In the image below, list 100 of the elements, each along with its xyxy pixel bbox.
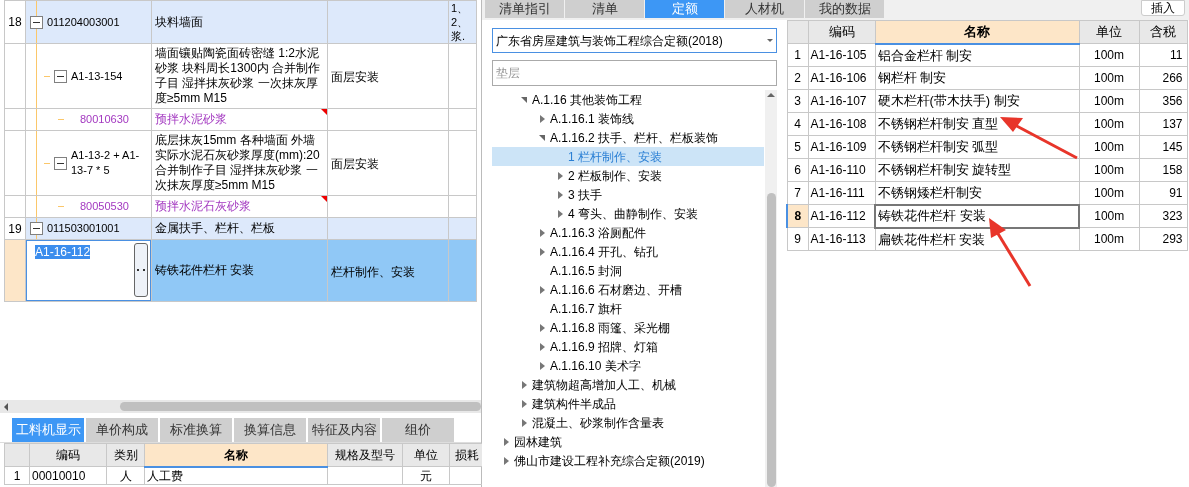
column-header[interactable]: 单位 [402, 443, 450, 467]
price-cell: 266 [1139, 66, 1187, 90]
table-cell: 人工费 [144, 466, 328, 485]
name-text: 底层抹灰15mm 各种墙面 外墙实际水泥石灰砂浆厚度(mm):20 合并制作子目 湿拌抹灰砂浆 一次抹灰厚度≥5mm M15 [155, 133, 321, 193]
column-header[interactable]: 类别 [106, 443, 145, 467]
expanded-triangle-icon[interactable] [521, 96, 527, 103]
collapsed-triangle-icon[interactable] [503, 456, 509, 465]
tree-item[interactable]: A.1.16.8 雨篷、采光棚 [492, 318, 764, 337]
collapse-icon[interactable] [54, 156, 67, 170]
column-header[interactable]: 编码 [808, 20, 875, 44]
library-tab[interactable]: 我的数据 [805, 0, 884, 18]
name-cell: 不锈钢矮栏杆制安 [875, 181, 1079, 205]
library-tab[interactable]: 人材机 [725, 0, 804, 18]
code-cell: A1-16-111 [808, 181, 875, 205]
name-text: 金属扶手、栏杆、栏板 [155, 221, 276, 236]
price-cell: 158 [1139, 158, 1187, 182]
column-header[interactable]: 名称 [875, 20, 1079, 44]
detail-tab[interactable]: 组价 [382, 418, 454, 442]
table-cell: 元 [402, 466, 450, 485]
tree-item[interactable]: 3 扶手 [492, 185, 764, 204]
code-cell: A1-16-108 [808, 112, 875, 136]
expanded-triangle-icon[interactable] [539, 134, 545, 141]
row-number: 19 [4, 217, 26, 240]
tree-item[interactable]: A.1.16.10 美术字 [492, 356, 764, 375]
tree-item[interactable]: 4 弯头、曲静制作、安装 [492, 204, 764, 223]
collapsed-triangle-icon[interactable] [539, 361, 545, 370]
name-text: 墙面镶贴陶瓷面砖密缝 1:2水泥砂浆 块料周长1300内 合并制作子目 湿拌抹灰砂浆 一次抹灰厚度≥5mm M15 [155, 46, 322, 106]
name-text: 块料墙面 [155, 14, 204, 30]
collapse-icon[interactable] [54, 69, 67, 83]
feature-text: 栏杆制作、安装 [331, 264, 415, 279]
detail-tab[interactable]: 标准换算 [160, 418, 232, 442]
collapsed-triangle-icon[interactable] [503, 437, 509, 446]
column-header[interactable]: 名称 [144, 443, 328, 467]
feature-text: 面层安装 [331, 70, 379, 84]
tree-item[interactable]: A.1.16.5 封洞 [492, 261, 764, 280]
tree-item[interactable]: A.1.16.4 开孔、钻孔 [492, 242, 764, 261]
code-cell: A1-16-110 [808, 158, 875, 182]
content-text: 浆. [451, 29, 467, 43]
search-field[interactable]: 垫层 [492, 60, 777, 86]
library-tab[interactable]: 清单指引 [485, 0, 564, 18]
tree-item[interactable]: A.1.16.1 装饰线 [492, 109, 764, 128]
collapsed-triangle-icon[interactable] [539, 342, 545, 351]
feature-text: 面层安装 [331, 157, 379, 171]
collapsed-triangle-icon[interactable] [557, 190, 563, 199]
price-cell: 137 [1139, 112, 1187, 136]
tree-item[interactable]: A.1.16.6 石材磨边、开槽 [492, 280, 764, 299]
horizontal-scrollbar[interactable] [0, 400, 481, 413]
collapse-icon[interactable] [30, 15, 43, 29]
collapsed-triangle-icon[interactable] [539, 247, 545, 256]
tree-item[interactable]: 混凝土、砂浆制作含量表 [492, 413, 764, 432]
content-text: 1、 [451, 1, 470, 15]
tree-item[interactable]: A.1.16.7 旗杆 [492, 299, 764, 318]
code-text: 80010630 [80, 112, 129, 127]
collapsed-triangle-icon[interactable] [539, 114, 545, 123]
tree-item[interactable]: A.1.16.9 招牌、灯箱 [492, 337, 764, 356]
price-cell: 91 [1139, 181, 1187, 205]
name-text: 预拌水泥石灰砂浆 [155, 199, 252, 214]
tree-item[interactable]: 园林建筑 [492, 432, 764, 451]
code-text: A1-13-2 + A1-13-7 * 5 [71, 148, 141, 178]
table-cell: 1 [4, 466, 30, 485]
tree-item[interactable]: 建筑物超高增加人工、机械 [492, 375, 764, 394]
insert-button[interactable]: 插入 [1141, 0, 1185, 16]
code-cell: A1-16-106 [808, 66, 875, 90]
tree-item[interactable]: A.1.16.3 浴厕配件 [492, 223, 764, 242]
detail-tab[interactable]: 特征及内容 [308, 418, 380, 442]
detail-tab[interactable]: 换算信息 [234, 418, 306, 442]
collapsed-triangle-icon[interactable] [539, 323, 545, 332]
name-cell: 钢栏杆 制安 [875, 66, 1079, 90]
tree-item[interactable]: A.1.16.2 扶手、栏杆、栏板装饰 [492, 128, 764, 147]
column-header[interactable]: 编码 [29, 443, 107, 467]
column-header[interactable]: 规格及型号 [327, 443, 403, 467]
collapsed-triangle-icon[interactable] [539, 285, 545, 294]
unit-cell: 100m [1079, 158, 1139, 182]
collapsed-triangle-icon[interactable] [521, 418, 527, 427]
collapsed-triangle-icon[interactable] [557, 209, 563, 218]
row-number: 18 [4, 0, 26, 44]
more-button[interactable] [134, 243, 148, 297]
vertical-scrollbar[interactable] [765, 90, 777, 487]
collapsed-triangle-icon[interactable] [557, 171, 563, 180]
collapsed-triangle-icon[interactable] [539, 228, 545, 237]
tree-item[interactable]: 佛山市建设工程补充综合定额(2019) [492, 451, 764, 470]
price-cell: 293 [1139, 227, 1187, 251]
library-select[interactable]: 广东省房屋建筑与装饰工程综合定额(2018) [492, 28, 777, 53]
tree-item[interactable]: 建筑构件半成品 [492, 394, 764, 413]
collapsed-triangle-icon[interactable] [521, 380, 527, 389]
library-tab[interactable]: 清单 [565, 0, 644, 18]
dropdown-caret-icon [767, 39, 773, 42]
price-cell: 356 [1139, 89, 1187, 113]
tree-item[interactable]: 2 栏板制作、安装 [492, 166, 764, 185]
tree-item[interactable]: A.1.16 其他装饰工程 [492, 90, 764, 109]
collapsed-triangle-icon[interactable] [521, 399, 527, 408]
note-marker-icon [321, 109, 327, 115]
collapse-icon[interactable] [30, 222, 43, 235]
detail-tab[interactable]: 单价构成 [86, 418, 158, 442]
column-header[interactable]: 含税 [1139, 20, 1187, 44]
arrow-annotation [989, 218, 1032, 287]
name-cell: 铸铁花件栏杆 安装 [875, 204, 1079, 228]
row-number: 1 [787, 43, 808, 67]
unit-cell: 100m [1079, 181, 1139, 205]
column-header[interactable]: 单位 [1079, 20, 1139, 44]
